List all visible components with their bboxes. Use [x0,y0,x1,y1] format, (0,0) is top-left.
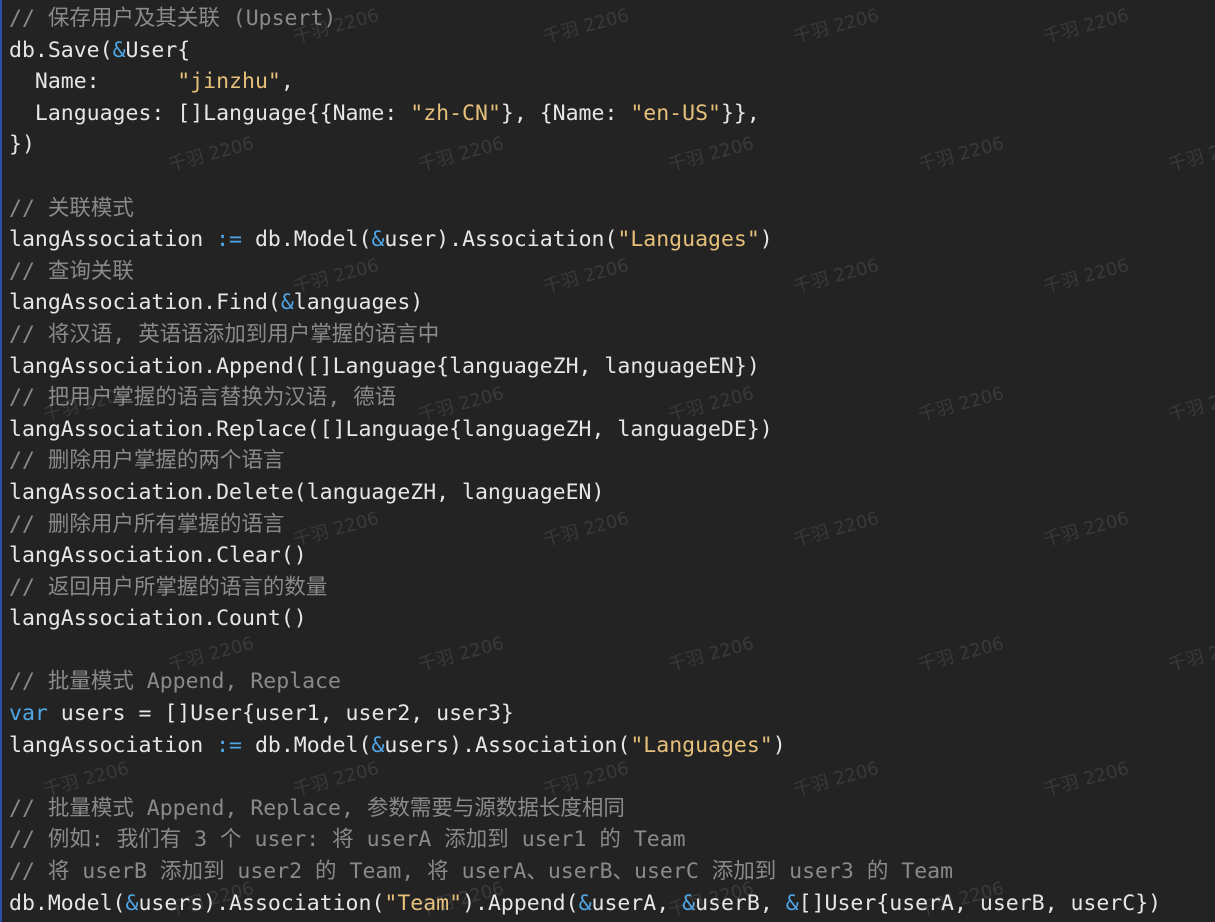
code-token-plain: userB, [695,890,786,916]
code-line[interactable]: langAssociation.Delete(languageZH, langu… [9,477,1161,509]
code-token-comment: // 查询关联 [9,258,134,284]
code-token-plain: ) [759,227,773,253]
code-line[interactable]: // 保存用户及其关联 (Upsert) [9,3,1161,35]
code-line[interactable]: Languages: []Language{{Name: "zh-CN"}, {… [9,98,1161,130]
code-token-keyword: var [9,701,48,727]
code-line[interactable]: Name: "jinzhu", [9,66,1161,98]
code-line[interactable]: langAssociation.Replace([]Language{langu… [9,414,1161,446]
code-token-comment: // 保存用户及其关联 (Upsert) [9,6,337,31]
code-token-comment: // 将汉语, 英语语添加到用户掌握的语言中 [9,321,440,347]
code-token-string: "zh-CN" [410,100,501,126]
code-token-string: "Languages" [630,732,773,758]
code-token-plain: langAssociation [9,732,217,758]
code-line[interactable]: // 批量模式 Append, Replace, 参数需要与源数据长度相同 [9,793,1161,825]
code-token-plain: userA, [591,890,683,916]
code-token-plain: langAssociation [9,227,217,253]
code-line[interactable]: // 关联模式 [9,193,1161,225]
code-line[interactable]: // 删除用户掌握的两个语言 [9,445,1161,477]
watermark-text: 千羽 2206 [1166,132,1215,176]
code-line[interactable]: langAssociation := db.Model(&users).Asso… [9,730,1161,762]
code-editor[interactable]: // 保存用户及其关联 (Upsert) db.Save(&User{ Name:… [0,0,1215,922]
code-token-op: & [125,890,139,916]
code-token-comment: // 删除用户所有掌握的语言 [9,511,285,537]
code-line[interactable]: // 把用户掌握的语言替换为汉语, 德语 [9,382,1161,414]
code-token-op: := [216,732,242,758]
code-token-string: "jinzhu" [177,69,281,95]
code-token-op: := [216,227,242,253]
code-token-plain: Name: [9,69,178,95]
code-token-plain: user).Association( [384,227,618,253]
watermark-text: 千羽 2206 [1166,382,1215,426]
code-token-plain: Languages: []Language{{Name: [9,100,411,126]
code-line[interactable]: // 返回用户所掌握的语言的数量 [9,572,1161,604]
code-token-plain: users).Association( [138,890,385,916]
code-token-string: "Languages" [617,227,760,253]
code-token-plain: languages) [293,290,424,316]
code-token-comment: // 批量模式 Append, Replace [9,669,341,695]
code-token-plain: }) [9,132,35,158]
code-token-plain: db.Save( [9,37,113,63]
code-token-plain: db.Model( [9,890,126,916]
code-token-op: & [371,227,385,253]
code-line[interactable]: langAssociation.Count() [9,603,1161,635]
code-token-plain: users).Association( [384,732,631,758]
code-token-plain: User{ [125,37,191,63]
code-line[interactable] [9,635,1161,667]
code-block[interactable]: // 保存用户及其关联 (Upsert) db.Save(&User{ Name:… [9,3,1161,919]
code-token-plain: db.Model( [242,732,372,758]
code-line[interactable]: // 例如: 我们有 3 个 user: 将 userA 添加到 user1 的… [9,824,1161,856]
code-token-plain: ).Append( [462,890,579,916]
code-line[interactable]: // 批量模式 Append, Replace [9,666,1161,698]
code-line[interactable]: }) [9,129,1161,161]
code-token-op: & [785,890,799,916]
code-line[interactable]: // 查询关联 [9,256,1161,288]
code-token-string: "Team" [384,890,463,916]
code-token-comment: // 删除用户掌握的两个语言 [9,448,285,474]
code-token-plain: langAssociation.Delete(languageZH, langu… [9,479,605,505]
code-line[interactable]: langAssociation.Find(&languages) [9,287,1161,319]
code-token-op: & [112,37,126,63]
code-line[interactable]: langAssociation.Clear() [9,540,1161,572]
code-token-comment: // 将 userB 添加到 user2 的 Team, 将 userA、use… [9,859,954,885]
code-token-string: "en-US" [630,100,721,126]
code-token-op: & [280,290,294,316]
code-line[interactable]: langAssociation.Append([]Language{langua… [9,351,1161,383]
code-token-plain: []User{userA, userB, userC}) [798,890,1162,916]
code-token-comment: // 例如: 我们有 3 个 user: 将 userA 添加到 user1 的… [9,827,686,853]
code-token-plain: ) [772,732,786,758]
code-token-comment: // 批量模式 Append, Replace, 参数需要与源数据长度相同 [9,795,625,821]
code-token-plain: db.Model( [242,227,372,253]
code-token-comment: // 把用户掌握的语言替换为汉语, 德语 [9,385,397,411]
code-line[interactable]: db.Save(&User{ [9,35,1161,67]
code-token-plain: langAssociation.Find( [9,290,281,316]
code-token-plain: , [280,69,294,95]
code-token-plain: }, {Name: [500,100,631,126]
code-token-op: & [682,890,696,916]
code-line[interactable]: langAssociation := db.Model(&user).Assoc… [9,224,1161,256]
code-line[interactable]: // 将汉语, 英语语添加到用户掌握的语言中 [9,319,1161,351]
code-token-op: & [578,890,592,916]
code-token-comment: // 返回用户所掌握的语言的数量 [9,574,328,600]
code-token-plain: langAssociation.Append([]Language{langua… [9,353,760,379]
code-token-plain: langAssociation.Clear() [9,543,307,569]
code-token-op: & [371,732,385,758]
code-line[interactable]: db.Model(&users).Association("Team").App… [9,888,1161,920]
code-line[interactable]: // 将 userB 添加到 user2 的 Team, 将 userA、use… [9,856,1161,888]
code-line[interactable]: var users = []User{user1, user2, user3} [9,698,1161,730]
code-token-comment: // 关联模式 [9,195,134,221]
code-token-plain: }}, [720,100,760,126]
code-token-plain: langAssociation.Count() [9,606,307,632]
code-line[interactable] [9,761,1161,793]
watermark-text: 千羽 2206 [1166,632,1215,676]
code-line[interactable]: // 删除用户所有掌握的语言 [9,509,1161,541]
code-token-plain: langAssociation.Replace([]Language{langu… [9,416,773,442]
code-token-plain: users = []User{user1, user2, user3} [47,701,514,727]
code-line[interactable] [9,161,1161,193]
